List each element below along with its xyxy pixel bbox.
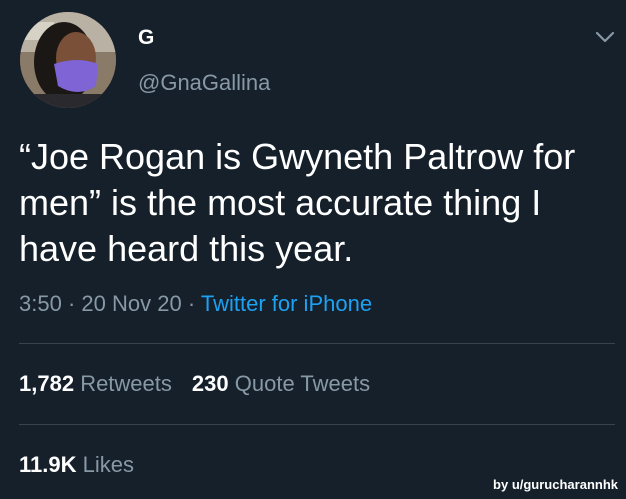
retweets-label: Retweets (80, 371, 172, 396)
likes-count: 11.9K (19, 452, 77, 477)
tweet-text: “Joe Rogan is Gwyneth Paltrow for men” i… (19, 136, 576, 269)
chevron-down-icon[interactable] (592, 24, 618, 50)
watermark: by u/gurucharannhk (493, 477, 618, 492)
retweets-stat[interactable]: 1,782 Retweets (19, 371, 172, 396)
meta-separator: · (67, 291, 76, 316)
quote-tweets-label: Quote Tweets (234, 371, 371, 396)
tweet-meta: 3:50 · 20 Nov 20 · Twitter for iPhone (19, 290, 372, 318)
user-handle[interactable]: @GnaGallina (138, 70, 270, 96)
likes-label: Likes (82, 452, 134, 477)
quote-tweets-stat[interactable]: 230 Quote Tweets (192, 371, 370, 396)
avatar[interactable] (20, 12, 116, 108)
tweet-date[interactable]: 20 Nov 20 (81, 291, 181, 316)
quote-tweets-count: 230 (191, 371, 229, 396)
divider (19, 343, 615, 344)
divider (19, 424, 615, 425)
tweet-card: G @GnaGallina “Joe Rogan is Gwyneth Palt… (0, 0, 626, 499)
display-name[interactable]: G (138, 26, 154, 50)
profile-photo-icon (20, 12, 116, 108)
retweets-count: 1,782 (19, 371, 75, 396)
meta-separator: · (187, 291, 196, 316)
engagement-stats: 1,782 Retweets 230 Quote Tweets (19, 370, 370, 398)
tweet-source-link[interactable]: Twitter for iPhone (201, 291, 372, 316)
tweet-time[interactable]: 3:50 (19, 291, 62, 316)
likes-stat[interactable]: 11.9K Likes (19, 451, 134, 479)
